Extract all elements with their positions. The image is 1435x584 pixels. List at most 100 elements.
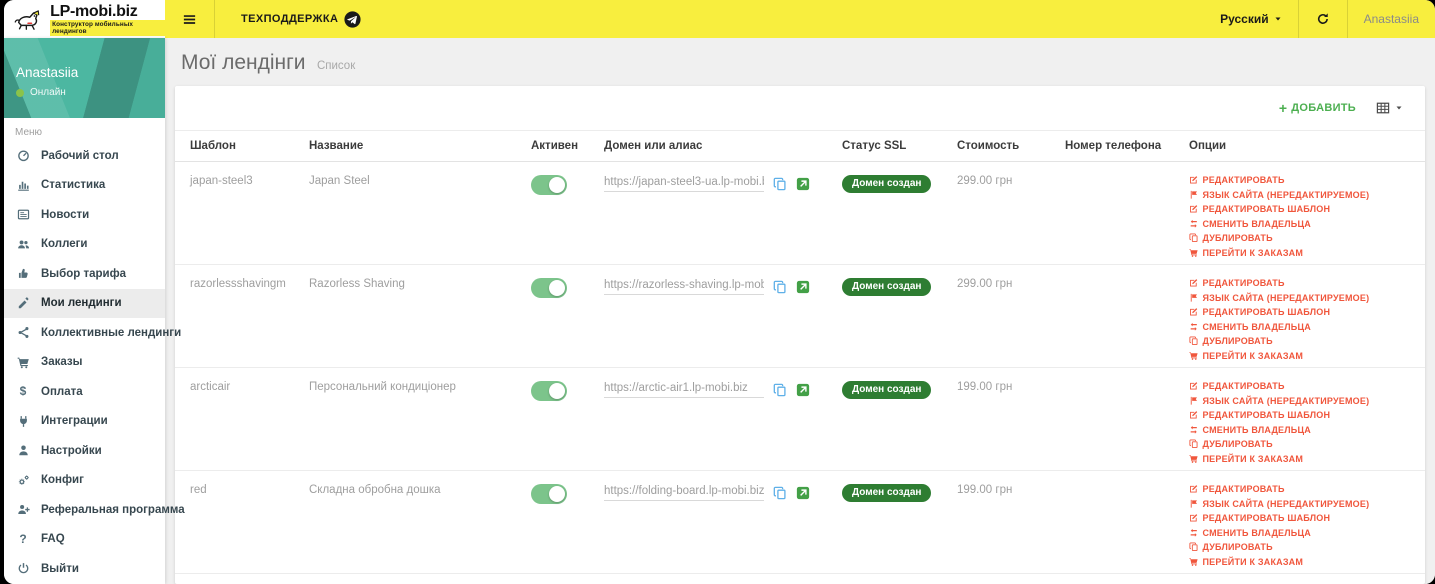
logo-title: LP-mobi.biz — [50, 2, 138, 20]
plus-icon: + — [1278, 99, 1288, 116]
copy-domain-icon[interactable] — [773, 177, 787, 191]
swap-icon — [1189, 322, 1199, 332]
option-duplicate[interactable]: ДУБЛИРОВАТЬ — [1189, 439, 1419, 449]
option-go-to-orders[interactable]: ПЕРЕЙТИ К ЗАКАЗАМ — [1189, 351, 1419, 361]
option-edit-template[interactable]: РЕДАКТИРОВАТЬ ШАБЛОН — [1189, 307, 1419, 317]
col-name: Название — [303, 130, 525, 162]
sidebar-item-my-landings[interactable]: Мои лендинги — [4, 288, 165, 318]
add-button[interactable]: + ДОБАВИТЬ — [1278, 99, 1356, 116]
logo[interactable]: LP-mobi.biz Конструктор мобильных лендин… — [4, 0, 165, 38]
option-go-to-orders[interactable]: ПЕРЕЙТИ К ЗАКАЗАМ — [1189, 248, 1419, 258]
option-duplicate[interactable]: ДУБЛИРОВАТЬ — [1189, 336, 1419, 346]
active-toggle[interactable] — [531, 484, 567, 504]
swap-icon — [1189, 219, 1199, 229]
sidebar-item-logout[interactable]: Выйти — [4, 554, 165, 584]
sidebar-item-colleagues[interactable]: Коллеги — [4, 230, 165, 260]
sidebar-item-referral[interactable]: Реферальная программа — [4, 495, 185, 525]
option-change-owner[interactable]: СМЕНИТЬ ВЛАДЕЛЬЦА — [1189, 425, 1419, 435]
logo-subtitle: Конструктор мобильных лендингов — [50, 19, 165, 36]
domain-input[interactable] — [604, 175, 764, 192]
hamburger-icon — [182, 12, 197, 27]
domain-input[interactable] — [604, 381, 764, 398]
copy-domain-icon[interactable] — [773, 486, 787, 500]
price-cell: 499.00 грн — [951, 573, 1059, 584]
sidebar-item-integrations[interactable]: Интеграции — [4, 407, 165, 437]
option-go-to-orders[interactable]: ПЕРЕЙТИ К ЗАКАЗАМ — [1189, 454, 1419, 464]
price-cell: 199.00 грн — [951, 470, 1059, 574]
open-site-icon[interactable] — [796, 486, 810, 500]
option-edit-template[interactable]: РЕДАКТИРОВАТЬ ШАБЛОН — [1189, 410, 1419, 420]
open-site-icon[interactable] — [796, 383, 810, 397]
sidebar-item-config[interactable]: Конфиг — [4, 466, 165, 496]
phone-cell — [1059, 264, 1183, 368]
open-site-icon[interactable] — [796, 177, 810, 191]
telegram-icon — [344, 10, 361, 28]
sidebar-item-statistics[interactable]: Статистика — [4, 171, 165, 201]
landings-card: + ДОБАВИТЬ Шаблон Название Активен Домен … — [175, 86, 1425, 584]
phone-cell — [1059, 367, 1183, 471]
table-row: clothes and shoes Чоловічі кросівки Доме… — [175, 573, 1425, 584]
option-change-owner[interactable]: СМЕНИТЬ ВЛАДЕЛЬЦА — [1189, 528, 1419, 538]
top-bar: LP-mobi.biz Конструктор мобильных лендин… — [4, 0, 1435, 38]
sidebar-item-news[interactable]: Новости — [4, 200, 165, 230]
option-change-owner[interactable]: СМЕНИТЬ ВЛАДЕЛЬЦА — [1189, 322, 1419, 332]
flag-icon — [1189, 499, 1199, 509]
sidebar-item-settings[interactable]: Настройки — [4, 436, 165, 466]
sidebar-item-tariff[interactable]: Выбор тарифа — [4, 259, 165, 289]
columns-dropdown-button[interactable] — [1376, 101, 1403, 115]
user-name: Anastasiia — [1363, 12, 1419, 26]
option-site-language[interactable]: ЯЗЫК САЙТА (НЕРЕДАКТИРУЕМОЕ) — [1189, 396, 1419, 406]
sidebar-item-collective-landings[interactable]: Коллективные лендинги — [4, 318, 181, 348]
menu-toggle-button[interactable] — [165, 0, 215, 38]
option-edit[interactable]: РЕДАКТИРОВАТЬ — [1189, 381, 1419, 391]
edit-icon — [1189, 278, 1199, 288]
cart-icon — [15, 356, 31, 369]
cart-icon — [1189, 454, 1199, 464]
open-site-icon[interactable] — [796, 280, 810, 294]
edit-icon — [1189, 484, 1199, 494]
copy-domain-icon[interactable] — [773, 280, 787, 294]
copy-icon — [1189, 336, 1199, 346]
option-edit[interactable]: РЕДАКТИРОВАТЬ — [1189, 484, 1419, 494]
edit-icon — [1189, 410, 1199, 420]
edit-icon — [1189, 381, 1199, 391]
sidebar-item-faq[interactable]: ? FAQ — [4, 525, 165, 555]
plug-icon — [15, 415, 31, 428]
logo-dog-icon — [14, 10, 40, 30]
option-change-owner[interactable]: СМЕНИТЬ ВЛАДЕЛЬЦА — [1189, 219, 1419, 229]
page-header: Мої лендінги Список — [165, 38, 1435, 86]
option-edit-template[interactable]: РЕДАКТИРОВАТЬ ШАБЛОН — [1189, 513, 1419, 523]
active-toggle[interactable] — [531, 175, 567, 195]
option-edit[interactable]: РЕДАКТИРОВАТЬ — [1189, 278, 1419, 288]
active-toggle[interactable] — [531, 278, 567, 298]
power-icon — [15, 562, 31, 575]
active-toggle[interactable] — [531, 381, 567, 401]
name-cell: Razorless Shaving — [303, 264, 525, 368]
user-menu-button[interactable]: Anastasiia — [1348, 0, 1435, 38]
option-site-language[interactable]: ЯЗЫК САЙТА (НЕРЕДАКТИРУЕМОЕ) — [1189, 190, 1419, 200]
domain-input[interactable] — [604, 484, 764, 501]
sidebar-menu: Рабочий стол Статистика Новости Коллеги … — [4, 141, 185, 584]
sidebar-item-dashboard[interactable]: Рабочий стол — [4, 141, 165, 171]
option-duplicate[interactable]: ДУБЛИРОВАТЬ — [1189, 542, 1419, 552]
ssl-status-badge: Домен создан — [842, 278, 932, 296]
option-edit-template[interactable]: РЕДАКТИРОВАТЬ ШАБЛОН — [1189, 204, 1419, 214]
option-edit[interactable]: РЕДАКТИРОВАТЬ — [1189, 175, 1419, 185]
sidebar-item-orders[interactable]: Заказы — [4, 348, 165, 378]
sidebar: Anastasiia Онлайн Меню Рабочий стол Стат… — [4, 38, 185, 584]
phone-cell — [1059, 573, 1183, 584]
option-site-language[interactable]: ЯЗЫК САЙТА (НЕРЕДАКТИРУЕМОЕ) — [1189, 499, 1419, 509]
option-go-to-orders[interactable]: ПЕРЕЙТИ К ЗАКАЗАМ — [1189, 557, 1419, 567]
share-icon — [15, 326, 31, 339]
copy-domain-icon[interactable] — [773, 383, 787, 397]
col-options: Опции — [1183, 130, 1425, 162]
online-status-label: Онлайн — [30, 87, 66, 98]
refresh-button[interactable] — [1299, 0, 1347, 38]
support-button[interactable]: ТЕХПОДДЕРЖКА — [215, 0, 387, 38]
option-site-language[interactable]: ЯЗЫК САЙТА (НЕРЕДАКТИРУЕМОЕ) — [1189, 293, 1419, 303]
option-duplicate[interactable]: ДУБЛИРОВАТЬ — [1189, 233, 1419, 243]
domain-input[interactable] — [604, 278, 764, 295]
language-dropdown[interactable]: Русский — [1204, 0, 1298, 38]
main-content: Мої лендінги Список + ДОБАВИТЬ Шаблон На… — [165, 38, 1435, 584]
sidebar-item-payment[interactable]: $ Оплата — [4, 377, 165, 407]
